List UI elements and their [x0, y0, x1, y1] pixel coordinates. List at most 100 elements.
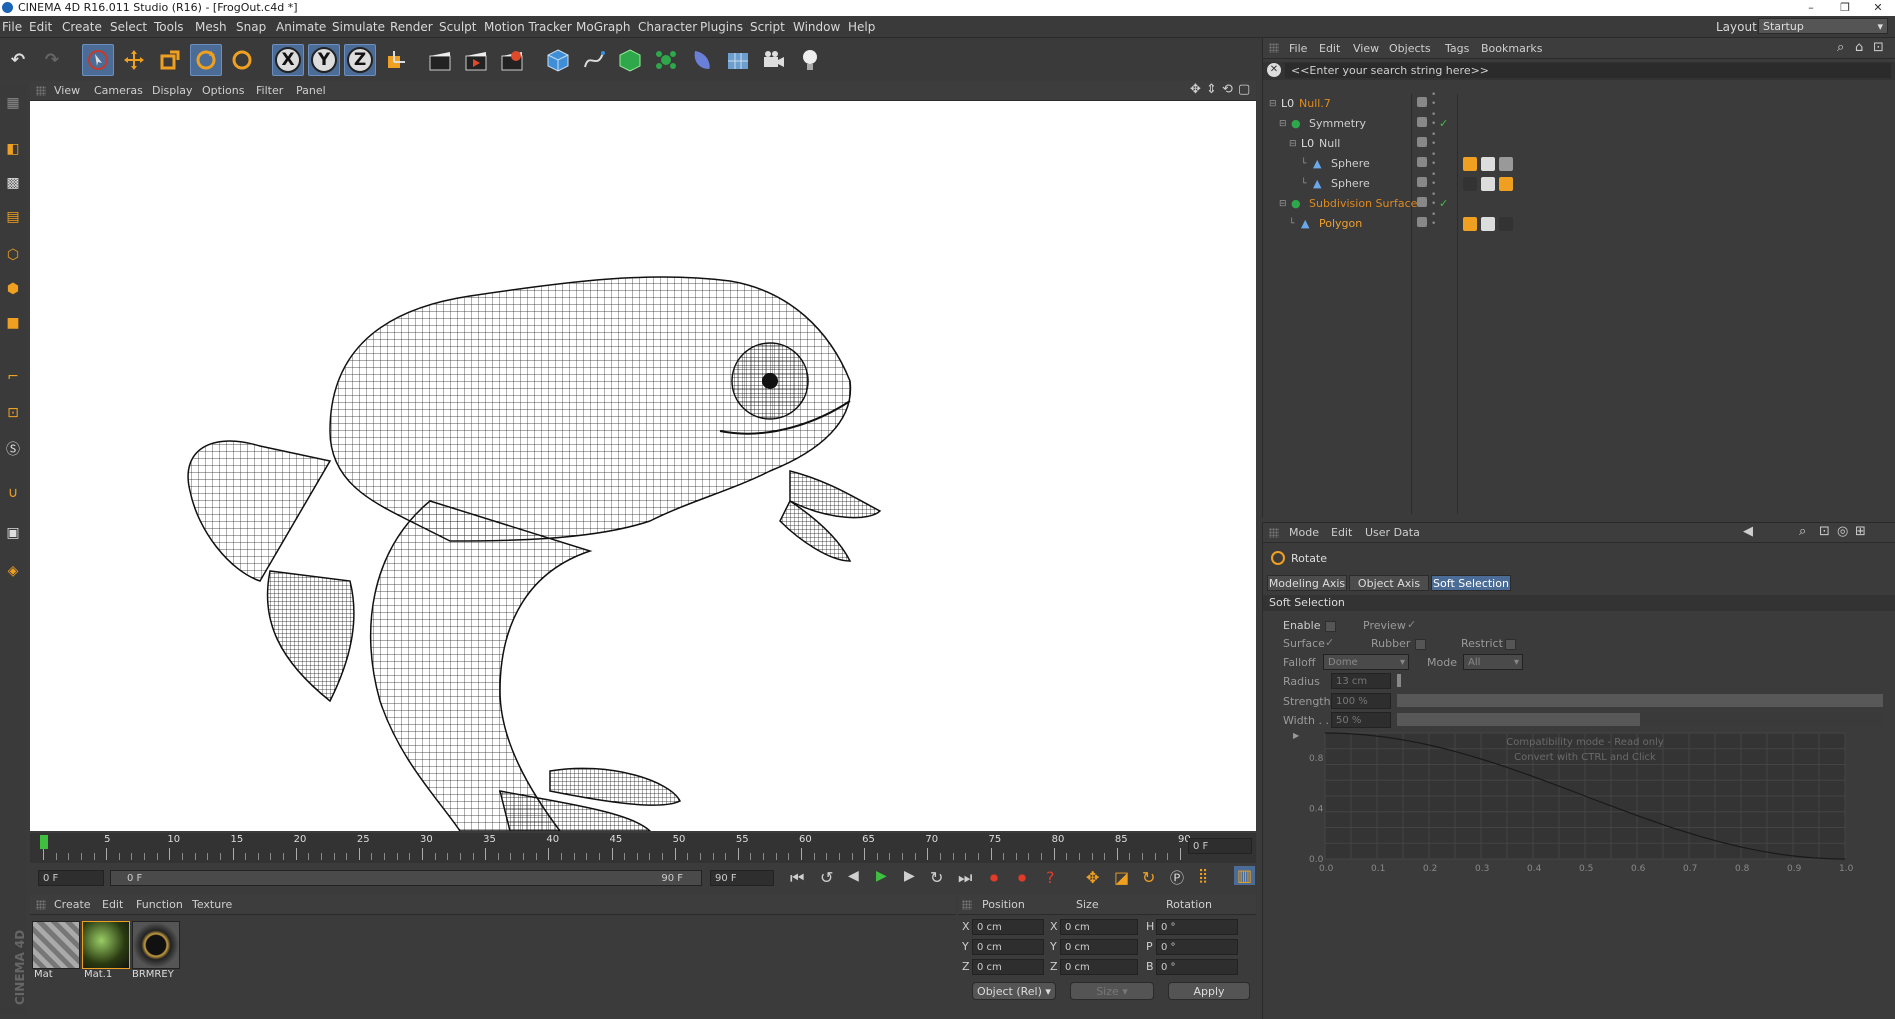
- visibility-dots-icon[interactable]: • •: [1431, 151, 1436, 169]
- material-menu-texture[interactable]: Texture: [192, 898, 232, 911]
- key-rotation-icon[interactable]: ↻: [1142, 868, 1155, 887]
- menu-window[interactable]: Window: [793, 20, 840, 34]
- object-row[interactable]: L0 ⊟ Null • •: [1263, 131, 1895, 154]
- viewport-menu-view[interactable]: View: [54, 84, 80, 97]
- om-menu-edit[interactable]: Edit: [1319, 42, 1340, 55]
- layer-toggle-icon[interactable]: [1417, 177, 1427, 187]
- settings-icon[interactable]: ◎: [1837, 524, 1848, 539]
- material-tag-icon[interactable]: [1481, 177, 1495, 191]
- key-scale-icon[interactable]: ◪: [1114, 868, 1129, 887]
- menu-snap[interactable]: Snap: [236, 20, 266, 34]
- material-thumb-brmrey[interactable]: [132, 921, 180, 969]
- render-settings-button[interactable]: [496, 44, 528, 76]
- material-thumb-mat1[interactable]: [82, 921, 130, 969]
- preview-range-slider[interactable]: 0 F 90 F: [110, 870, 702, 886]
- viewport-rotate-icon[interactable]: ⟲: [1222, 82, 1233, 97]
- texture-mode-icon[interactable]: ▩: [2, 170, 24, 196]
- viewport-zoom-icon[interactable]: ⇕: [1206, 82, 1217, 97]
- search-icon[interactable]: ⌕: [1837, 40, 1844, 55]
- end-frame-field[interactable]: 90 F: [710, 870, 774, 886]
- subdivision-surface-button[interactable]: [614, 44, 646, 76]
- material-tag-icon[interactable]: [1499, 177, 1513, 191]
- material-tag-icon[interactable]: [1499, 157, 1513, 171]
- cloner-button[interactable]: [650, 44, 682, 76]
- magnet-icon[interactable]: ∪: [2, 480, 24, 506]
- search-icon[interactable]: ⌕: [1799, 524, 1806, 539]
- lock-icon[interactable]: ⊡: [1819, 524, 1830, 539]
- render-picture-viewer-button[interactable]: [460, 44, 492, 76]
- viewport-toggle-icon[interactable]: ▢: [1238, 82, 1250, 97]
- edges-mode-icon[interactable]: ⬢: [2, 276, 24, 302]
- material-menu-function[interactable]: Function: [136, 898, 183, 911]
- object-row[interactable]: ● ⊟ Symmetry • • ✓: [1263, 111, 1895, 134]
- enabled-check-icon[interactable]: ✓: [1439, 114, 1453, 130]
- preview-check-icon[interactable]: ✓: [1407, 618, 1416, 631]
- falloff-curve-graph[interactable]: 0.8 0.4 0.0 0.0 0.1 0.2 0.3 0.4 0.5 0.6 0.7 0.8 0.9 1…: [1305, 729, 1865, 889]
- menu-render[interactable]: Render: [390, 20, 433, 34]
- position-field[interactable]: 0 cm: [972, 939, 1044, 955]
- rubber-checkbox[interactable]: [1415, 639, 1426, 650]
- collapse-icon[interactable]: ⊟: [1279, 114, 1287, 134]
- prev-frame-icon[interactable]: ◀: [848, 868, 859, 884]
- om-menu-file[interactable]: File: [1289, 42, 1307, 55]
- object-row[interactable]: ▲ └ Sphere • •: [1263, 151, 1895, 174]
- enabled-check-icon[interactable]: ✓: [1439, 194, 1453, 210]
- width-field[interactable]: 50 %: [1331, 712, 1391, 728]
- viewport-menu-options[interactable]: Options: [202, 84, 244, 97]
- material-tag-icon[interactable]: [1481, 217, 1495, 231]
- menu-edit[interactable]: Edit: [29, 20, 52, 34]
- collapse-icon[interactable]: ⊟: [1279, 194, 1287, 214]
- menu-sculpt[interactable]: Sculpt: [439, 20, 476, 34]
- radius-field[interactable]: 13 cm: [1331, 673, 1391, 689]
- om-menu-view[interactable]: View: [1353, 42, 1379, 55]
- layer-toggle-icon[interactable]: [1417, 197, 1427, 207]
- material-tag-icon[interactable]: [1463, 157, 1477, 171]
- visibility-dots-icon[interactable]: • •: [1431, 111, 1436, 129]
- size-field[interactable]: 0 cm: [1060, 919, 1138, 935]
- menu-create[interactable]: Create: [62, 20, 102, 34]
- goto-end-icon[interactable]: ⏭: [958, 868, 972, 888]
- viewport-move-icon[interactable]: ✥: [1190, 82, 1201, 97]
- floor-environment-button[interactable]: [722, 44, 754, 76]
- coordinate-system-button[interactable]: [380, 44, 412, 76]
- viewport-menu-display[interactable]: Display: [152, 84, 193, 97]
- expand-arrow-icon[interactable]: ▶: [1293, 731, 1299, 740]
- tab-object-axis[interactable]: Object Axis: [1349, 575, 1429, 591]
- minimize-icon[interactable]: –: [1794, 0, 1828, 16]
- play-icon[interactable]: ▶: [876, 868, 887, 884]
- object-row[interactable]: ▲ └ Polygon • •: [1263, 211, 1895, 234]
- visibility-dots-icon[interactable]: • •: [1431, 91, 1436, 109]
- attr-menu-user-data[interactable]: User Data: [1365, 526, 1420, 539]
- menu-tools[interactable]: Tools: [154, 20, 184, 34]
- key-position-icon[interactable]: ✥: [1086, 868, 1099, 887]
- menu-character[interactable]: Character: [638, 20, 697, 34]
- position-field[interactable]: 0 cm: [972, 919, 1044, 935]
- viewport-menu-filter[interactable]: Filter: [256, 84, 283, 97]
- menu-mograph[interactable]: MoGraph: [576, 20, 631, 34]
- menu-animate[interactable]: Animate: [276, 20, 326, 34]
- menu-script[interactable]: Script: [750, 20, 785, 34]
- menu-plugins[interactable]: Plugins: [700, 20, 743, 34]
- restore-icon[interactable]: ❐: [1828, 0, 1862, 16]
- timeline-ruler[interactable]: 051015202530354045505560657075808590 0 F: [30, 833, 1256, 863]
- strength-slider[interactable]: [1397, 694, 1883, 707]
- rotation-field[interactable]: 0 °: [1156, 959, 1238, 975]
- playhead[interactable]: [40, 835, 48, 849]
- tweak-mode-icon[interactable]: ⊡: [2, 400, 24, 426]
- record-key-icon[interactable]: ⏺: [990, 868, 998, 888]
- visibility-dots-icon[interactable]: • •: [1431, 171, 1436, 189]
- viewport-menu-panel[interactable]: Panel: [296, 84, 326, 97]
- restrict-checkbox[interactable]: [1505, 639, 1516, 650]
- next-frame-icon[interactable]: ▶: [904, 868, 915, 884]
- collapse-icon[interactable]: ⊟: [1269, 94, 1277, 114]
- undo-button[interactable]: ↶: [2, 44, 34, 76]
- close-icon[interactable]: ✕: [1861, 0, 1895, 16]
- object-row[interactable]: L0 ⊟ Null.7 • •: [1263, 91, 1895, 114]
- new-window-icon[interactable]: ⊞: [1855, 524, 1866, 539]
- layer-toggle-icon[interactable]: [1417, 157, 1427, 167]
- workplane-icon[interactable]: ▤: [2, 204, 24, 230]
- timeline-window-icon[interactable]: ▥: [1234, 866, 1256, 885]
- collapse-icon[interactable]: ⊟: [1289, 134, 1297, 154]
- menu-mesh[interactable]: Mesh: [195, 20, 227, 34]
- menu-file[interactable]: File: [2, 20, 22, 34]
